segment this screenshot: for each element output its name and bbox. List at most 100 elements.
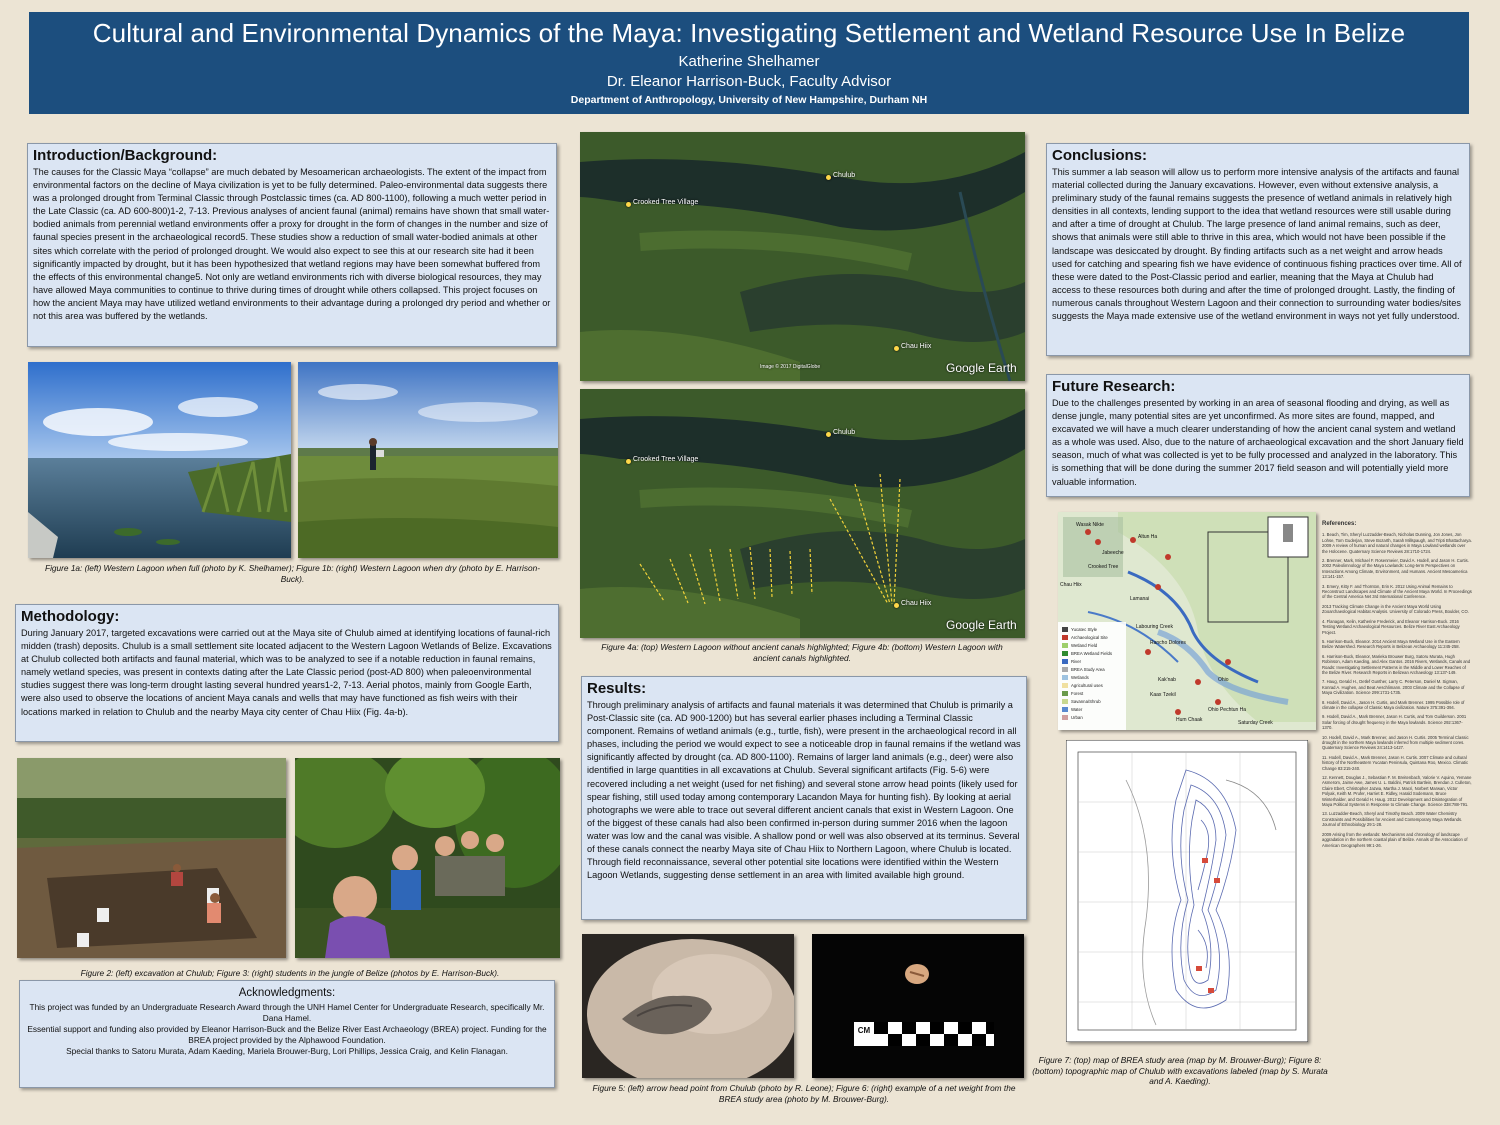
map-legend: Yucatec Style Archaeological Site Wetlan… (1071, 626, 1112, 722)
crooked-tree-label: Crooked Tree Village (633, 199, 699, 206)
acknowledgments-heading: Acknowledgments: (238, 987, 336, 999)
conclusions-heading: Conclusions: (1052, 147, 1148, 164)
legend-item: BREA Study Area (1071, 667, 1105, 672)
results-section: Results: Through preliminary analysis of… (581, 676, 1027, 920)
legend-item: Water (1071, 707, 1083, 712)
students-jungle-photo (295, 758, 560, 958)
introduction-text: The causes for the Classic Maya “collaps… (33, 167, 551, 322)
map-place-label: Labouring Creek (1136, 624, 1173, 630)
reference-item: 4. Flanagan, Kelin, Katherine Frederick,… (1322, 618, 1460, 635)
legend-item: River (1071, 659, 1082, 664)
arrow-head-photo (582, 934, 794, 1078)
legend-item: Archaeological Site (1071, 635, 1108, 640)
department: Department of Anthropology, University o… (570, 94, 928, 106)
brea-study-area-map: Yucatec Style Archaeological Site Wetlan… (1058, 512, 1316, 730)
map-place-label: Jabeeche (1102, 550, 1124, 556)
reference-item: 2013 Tracking Climate Change in the Anci… (1322, 603, 1469, 615)
excavation-photo (17, 758, 286, 958)
legend-item: Savanna/Shrub (1071, 699, 1101, 704)
map-place-label: Crooked Tree (1088, 564, 1119, 570)
chulub-topographic-map (1066, 740, 1308, 1042)
future-research-heading: Future Research: (1052, 378, 1176, 395)
reference-item: 1. Beach, Tim, Sheryl Luzzadder-Beach, N… (1322, 532, 1472, 554)
western-lagoon-dry-photo (298, 362, 558, 558)
map-place-label: Ohio Pechtun Ha (1208, 707, 1247, 713)
reference-item: 8. Hodell, David A., Jason H. Curtis, an… (1322, 699, 1465, 710)
legend-item: Yucatec Style (1071, 627, 1098, 632)
crooked-tree-label: Crooked Tree Village (633, 456, 699, 463)
chau-hiix-label: Chau Hiix (901, 343, 932, 350)
chulub-marker-icon (826, 432, 831, 437)
reference-item: 9. Hodell, David A., Mark Brenner, Jason… (1322, 714, 1467, 731)
reference-item: 10. Hodell, David A., Mark Brenner, and … (1322, 734, 1469, 751)
results-text: Through preliminary analysis of artifact… (587, 700, 1021, 881)
legend-item: Wetlands (1071, 675, 1089, 680)
reference-item: 11. Hodell, David A., Mark Brenner, Jaso… (1322, 754, 1469, 771)
legend-item: Agricultural uses (1071, 683, 1103, 688)
map-place-label: Wasak Nikte (1076, 522, 1104, 528)
conclusions-section: Conclusions: This summer a lab season wi… (1046, 143, 1470, 356)
chulub-marker-icon (826, 175, 831, 180)
methodology-text: During January 2017, targeted excavation… (21, 628, 552, 717)
reference-item: 6. Harrison-Buck, Eleanor, Marieka Brouw… (1322, 653, 1471, 675)
acknowledgments-line-1: This project was funded by an Undergradu… (29, 1002, 545, 1023)
future-research-section: Future Research: Due to the challenges p… (1046, 374, 1470, 497)
map-place-label: Lamanai (1130, 596, 1150, 602)
western-lagoon-canals-map: Chulub Crooked Tree Village Chau Hiix Go… (580, 389, 1025, 638)
chau-hiix-marker-icon (894, 603, 899, 608)
western-lagoon-aerial-map: Chulub Crooked Tree Village Chau Hiix Im… (580, 132, 1025, 381)
net-weight-photo: CM (812, 934, 1024, 1078)
legend-item: Forest (1071, 691, 1084, 696)
map-place-label: Rancho Dolores (1150, 640, 1186, 646)
map-place-label: Ohio (1218, 677, 1229, 683)
reference-item: 5. Harrison-Buck, Eleanor. 2014 Ancient … (1322, 638, 1460, 650)
map-place-label: Altun Ha (1138, 534, 1158, 540)
scale-unit-label: CM (857, 1026, 871, 1035)
acknowledgments-line-3: Special thanks to Satoru Murata, Adam Ka… (66, 1046, 508, 1056)
figure-7-8-caption: Figure 7: (top) map of BREA study area (… (1032, 1055, 1328, 1086)
poster-title: Cultural and Environmental Dynamics of t… (92, 18, 1406, 48)
crooked-tree-marker-icon (626, 202, 631, 207)
reference-item: 3. Emery, Kitty F. and Thornton, Erin K.… (1322, 583, 1472, 600)
author-name: Katherine Shelhamer (678, 53, 820, 70)
references-heading: References: (1322, 521, 1357, 527)
chau-hiix-label: Chau Hiix (901, 600, 932, 607)
methodology-heading: Methodology: (21, 608, 120, 625)
reference-item: 13. Luzzadder-Beach, Sheryl and Timothy … (1322, 811, 1463, 828)
chulub-label: Chulub (833, 429, 856, 436)
map-place-label: Hum Chaak (1176, 717, 1203, 723)
legend-item: Wetland Field (1071, 643, 1098, 648)
map-place-label: Kaax Tzekil (1150, 692, 1176, 698)
map-place-label: Kak'nab (1158, 677, 1176, 683)
future-research-text: Due to the challenges presented by worki… (1052, 398, 1464, 487)
chau-hiix-marker-icon (894, 346, 899, 351)
legend-item: BREA Wetland Fields (1071, 651, 1112, 656)
google-earth-logo: Google Earth (946, 618, 1017, 632)
map-place-label: Chau Hiix (1060, 582, 1082, 588)
google-earth-logo: Google Earth (946, 361, 1017, 375)
figure-5-6-caption: Figure 5: (left) arrow head point from C… (592, 1083, 1016, 1104)
figure-1-caption: Figure 1a: (left) Western Lagoon when fu… (45, 563, 540, 584)
figure-2-3-caption: Figure 2: (left) excavation at Chulub; F… (80, 968, 500, 978)
faculty-advisor: Dr. Eleanor Harrison-Buck, Faculty Advis… (606, 73, 892, 90)
introduction-section: Introduction/Background: The causes for … (27, 143, 557, 347)
conclusions-text: This summer a lab season will allow us t… (1052, 167, 1462, 322)
results-heading: Results: (587, 680, 647, 697)
methodology-section: Methodology: During January 2017, target… (15, 604, 559, 742)
figure-4-caption: Figure 4a: (top) Western Lagoon without … (601, 642, 1003, 663)
acknowledgments-line-2: Essential support and funding also provi… (27, 1024, 547, 1045)
chulub-label: Chulub (833, 172, 856, 179)
introduction-heading: Introduction/Background: (33, 147, 218, 164)
reference-item: 2. Brenner, Mark, Michael F. Rosenmeier,… (1322, 558, 1469, 580)
map-place-label: Saturday Creek (1238, 720, 1273, 726)
acknowledgments-section: Acknowledgments: This project was funded… (19, 980, 555, 1088)
reference-item: 12. Kennett, Douglas J., Sebastian F. M.… (1322, 775, 1472, 808)
imagery-credit: Image © 2017 DigitalGlobe (760, 364, 821, 370)
reference-item: 2009 Arising from the wetlands: Mechanis… (1322, 831, 1468, 848)
legend-item: Urban (1071, 715, 1083, 720)
reference-item: 7. Haug, Gerald H., Detlef Gunther, Larr… (1322, 679, 1465, 696)
crooked-tree-marker-icon (626, 459, 631, 464)
references-section: References: 1. Beach, Tim, Sheryl Luzzad… (1322, 521, 1472, 852)
western-lagoon-full-photo (28, 362, 291, 558)
poster-header: Cultural and Environmental Dynamics of t… (29, 12, 1469, 114)
